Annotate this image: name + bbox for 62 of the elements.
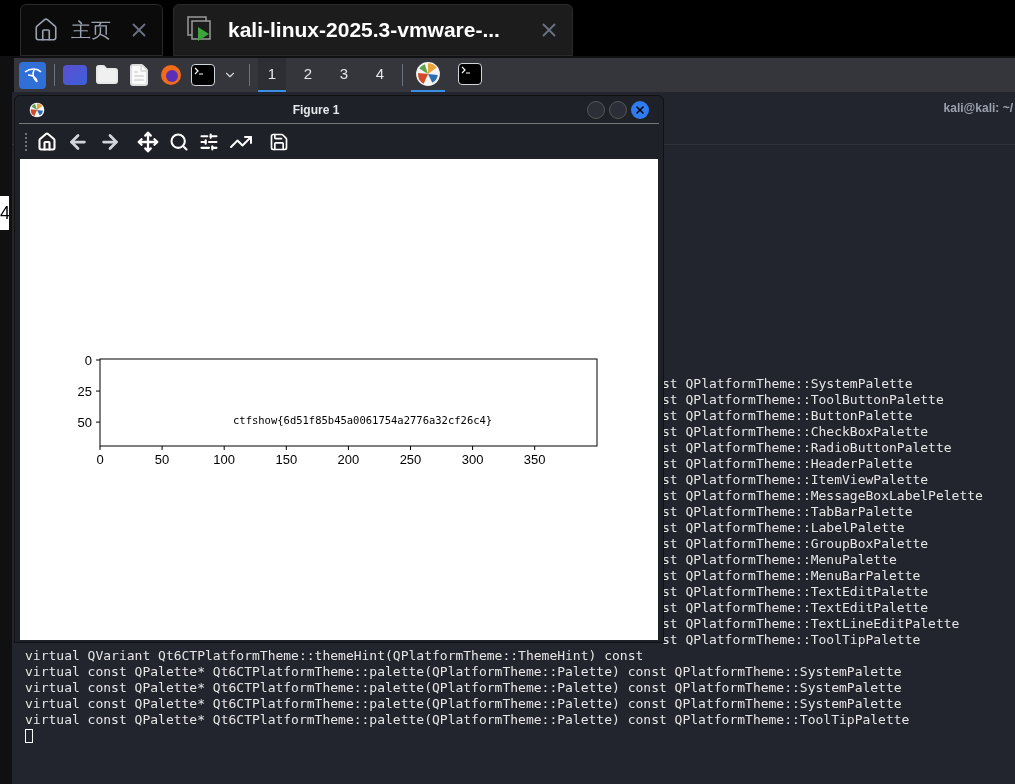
terminal-line: st QPlatformTheme::ItemViewPalette: [662, 472, 929, 487]
y-tick-label: 0: [84, 353, 92, 368]
terminal-line: st QPlatformTheme::TextLineEditPalette: [662, 616, 960, 631]
terminal-line: st QPlatformTheme::CheckBoxPalette: [662, 424, 929, 439]
y-tick-label: 50: [77, 415, 92, 431]
x-tick-label: 50: [154, 452, 170, 467]
x-tick-label: 0: [96, 452, 104, 467]
close-button[interactable]: [631, 100, 649, 119]
x-tick-label: 350: [523, 452, 546, 467]
terminal-line: st QPlatformTheme::SystemPalette: [662, 376, 913, 391]
terminal-line: st QPlatformTheme::TextEditPalette: [662, 600, 929, 615]
browser-icon[interactable]: [159, 63, 183, 87]
workspace-switch[interactable]: 3: [330, 58, 358, 92]
terminal-line: st QPlatformTheme::RadioButtonPalette: [662, 440, 952, 455]
y-tick-label: 25: [77, 384, 92, 400]
terminal-line: virtual QVariant Qt6CTPlatformTheme::themeHint(QPlatformTheme::ThemeHint) const: [25, 648, 644, 663]
workspace-switch[interactable]: 1: [258, 58, 286, 92]
x-tick-label: 100: [213, 452, 236, 467]
workspace-switch[interactable]: 2: [294, 58, 322, 92]
terminal-line: st QPlatformTheme::HeaderPalette: [662, 456, 913, 471]
terminal-line: virtual const QPalette* Qt6CTPlatformTheme::palette(QPlatformTheme::Palette) const QPlatformTheme::SystemPalette: [25, 664, 902, 679]
home-icon: [33, 17, 59, 43]
x-tick-label: 250: [399, 452, 422, 467]
terminal-line: st QPlatformTheme::ToolTipPalette: [662, 632, 921, 647]
terminal-line: virtual const QPalette* Qt6CTPlatformTheme::palette(QPlatformTheme::Palette) const QPlatformTheme::SystemPalette: [25, 696, 902, 711]
home-icon[interactable]: [37, 131, 57, 152]
x-tick-label: 300: [461, 452, 484, 467]
terminal-line: st QPlatformTheme::LabelPalette: [662, 520, 905, 535]
terminal-line: virtual const QPalette* Qt6CTPlatformTheme::palette(QPlatformTheme::Palette) const QPlatformTheme::SystemPalette: [25, 680, 902, 695]
dragon-icon[interactable]: [19, 61, 46, 89]
terminal-line: st QPlatformTheme::MessageBoxLabelPelette: [662, 488, 983, 503]
edge-fragment: 4: [0, 203, 9, 223]
pan-icon[interactable]: [137, 130, 159, 153]
terminal-line: st QPlatformTheme::MenuPalette: [662, 552, 897, 567]
terminal-icon[interactable]: [191, 64, 215, 86]
app-icon[interactable]: [29, 101, 45, 118]
zoom-icon[interactable]: [169, 131, 189, 152]
window-title: Figure 1: [291, 101, 341, 119]
save-icon[interactable]: [269, 131, 289, 152]
tab-label: 主页: [71, 18, 112, 43]
terminal-line: st QPlatformTheme::MenuBarPalette: [662, 568, 921, 583]
document-icon[interactable]: [127, 63, 151, 87]
plot-app-icon[interactable]: [415, 61, 441, 87]
browser-tab[interactable]: 主页: [20, 4, 163, 56]
terminal-line: st QPlatformTheme::ButtonPalette: [662, 408, 913, 423]
terminal-line: st QPlatformTheme::GroupBoxPalette: [662, 536, 929, 551]
image-text: ctfshow{6d51f85b45a0061754a2776a32cf26c4}: [233, 414, 493, 426]
terminal-title: kali@kali: ~/: [943, 100, 1014, 117]
terminal-line: virtual const QPalette* Qt6CTPlatformTheme::palette(QPlatformTheme::Palette) const QPlatformTheme::ToolTipPalette: [25, 712, 910, 727]
sliders-icon[interactable]: [199, 131, 219, 152]
workspace-switch[interactable]: 4: [366, 58, 394, 92]
tab-label: kali-linux-2025.3-vmware-...: [228, 17, 501, 44]
terminal-app-icon[interactable]: [458, 63, 482, 85]
terminal-line: st QPlatformTheme::ToolButtonPalette: [662, 392, 944, 407]
x-tick-label: 150: [275, 452, 298, 467]
x-tick-label: 200: [337, 452, 360, 467]
text-cursor: [25, 729, 33, 743]
terminal-line: st QPlatformTheme::TabBarPalette: [662, 504, 913, 519]
close-icon: [634, 103, 646, 116]
folder-icon[interactable]: [95, 63, 119, 87]
terminal-line: st QPlatformTheme::TextEditPalette: [662, 584, 929, 599]
browser-tab[interactable]: kali-linux-2025.3-vmware-...: [173, 4, 573, 56]
